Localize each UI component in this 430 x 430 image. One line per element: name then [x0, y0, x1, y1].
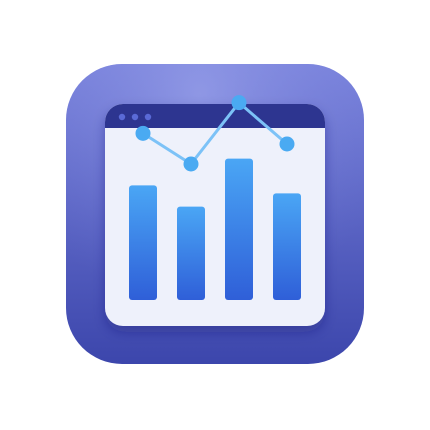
- chart-bar-4: [273, 193, 301, 300]
- chart-point-1: [135, 125, 151, 141]
- app-icon-stage: [0, 0, 430, 430]
- chart-point-2: [183, 156, 199, 172]
- chart-point-4: [279, 136, 295, 152]
- window-dot-1: [118, 113, 126, 121]
- chart-bar-3: [225, 158, 253, 300]
- chart-bar-2: [177, 206, 205, 300]
- chart-point-3: [231, 95, 247, 111]
- chart-bar-1: [129, 185, 157, 300]
- window-dot-2: [131, 113, 139, 121]
- window-dot-3: [144, 113, 152, 121]
- analytics-chart-icon[interactable]: [0, 0, 430, 430]
